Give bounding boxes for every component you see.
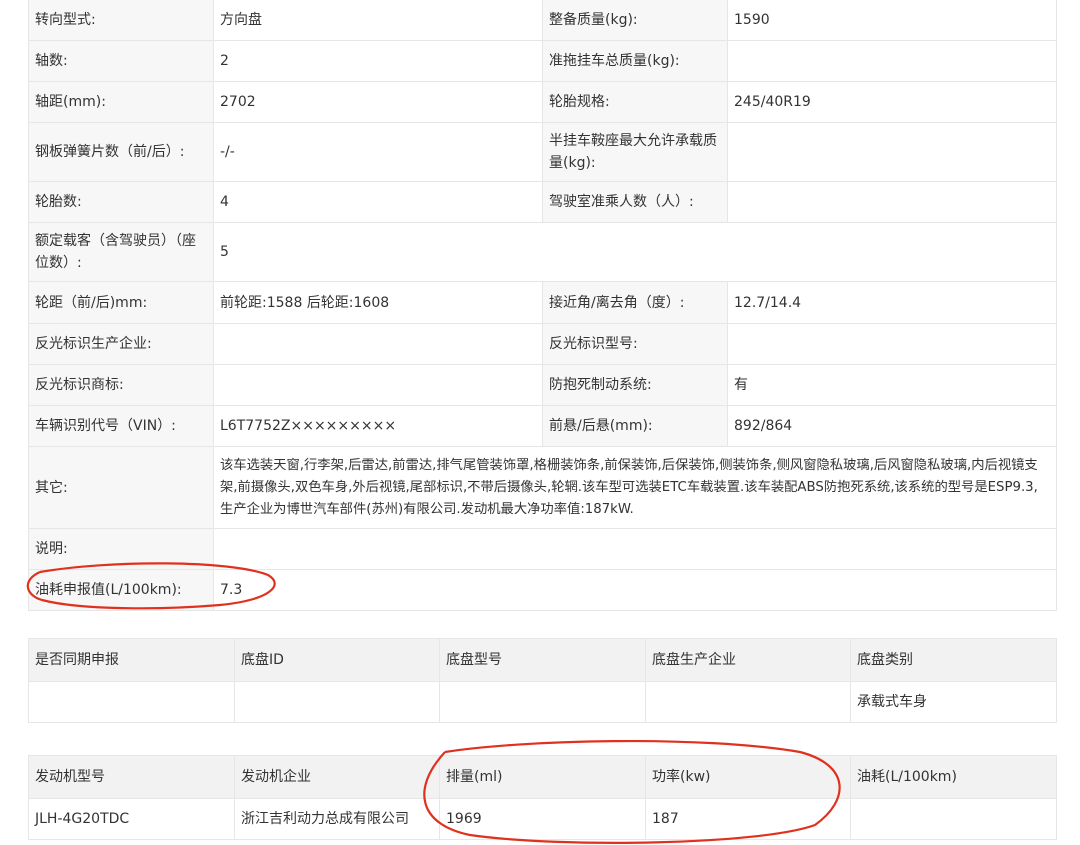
column-header: 是否同期申报 <box>28 638 235 682</box>
spec-label: 其它: <box>28 446 214 529</box>
spec-value: 2 <box>213 40 543 82</box>
spec-label: 准拖挂车总质量(kg): <box>542 40 728 82</box>
table-cell: 承载式车身 <box>850 681 1057 723</box>
spec-row: 轮胎数: 4 驾驶室准乘人数（人）: <box>28 181 1057 223</box>
spec-label: 轮距（前/后)mm: <box>28 281 214 324</box>
column-header: 发动机型号 <box>28 755 235 799</box>
table-cell: JLH-4G20TDC <box>28 798 235 840</box>
spec-value <box>213 364 543 406</box>
column-header: 功率(kw) <box>645 755 851 799</box>
spec-label: 接近角/离去角（度）: <box>542 281 728 324</box>
spec-value: 1590 <box>727 0 1057 41</box>
spec-row: 轮距（前/后)mm: 前轮距:1588 后轮距:1608 接近角/离去角（度）:… <box>28 281 1057 324</box>
spec-row: 轴距(mm): 2702 轮胎规格: 245/40R19 <box>28 81 1057 123</box>
spec-value: -/- <box>213 122 543 182</box>
spec-row: 油耗申报值(L/100km): 7.3 <box>28 569 1057 611</box>
table-cell: 1969 <box>439 798 646 840</box>
spec-row: 说明: <box>28 528 1057 570</box>
spec-value <box>727 122 1057 182</box>
column-header: 排量(ml) <box>439 755 646 799</box>
spec-value: 有 <box>727 364 1057 406</box>
spec-label: 轮胎规格: <box>542 81 728 123</box>
spec-value: 4 <box>213 181 543 223</box>
spec-row: 车辆识别代号（VIN）: L6T7752Z××××××××× 前悬/后悬(mm)… <box>28 405 1057 447</box>
table-header-row: 是否同期申报 底盘ID 底盘型号 底盘生产企业 底盘类别 <box>28 638 1057 682</box>
table-cell <box>645 681 851 723</box>
spec-value <box>727 323 1057 365</box>
table-cell <box>439 681 646 723</box>
column-header: 油耗(L/100km) <box>850 755 1057 799</box>
spec-row: 钢板弹簧片数（前/后）: -/- 半挂车鞍座最大允许承载质量(kg): <box>28 122 1057 182</box>
spec-label: 驾驶室准乘人数（人）: <box>542 181 728 223</box>
spec-value: 245/40R19 <box>727 81 1057 123</box>
spec-value <box>213 528 1057 570</box>
spec-value: 7.3 <box>213 569 1057 611</box>
column-header: 发动机企业 <box>234 755 440 799</box>
spec-value: 892/864 <box>727 405 1057 447</box>
column-header: 底盘类别 <box>850 638 1057 682</box>
spec-label: 轴数: <box>28 40 214 82</box>
spec-label: 反光标识型号: <box>542 323 728 365</box>
vehicle-spec-table: 转向型式: 方向盘 整备质量(kg): 1590 轴数: 2 准拖挂车总质量(k… <box>28 0 1057 611</box>
column-header: 底盘生产企业 <box>645 638 851 682</box>
engine-table: 发动机型号 发动机企业 排量(ml) 功率(kw) 油耗(L/100km) JL… <box>28 755 1057 840</box>
spec-label: 额定载客（含驾驶员）（座位数）: <box>28 222 214 282</box>
spec-value: 5 <box>213 222 1057 282</box>
spec-value: 该车选装天窗,行李架,后雷达,前雷达,排气尾管装饰罩,格栅装饰条,前保装饰,后保… <box>213 446 1057 529</box>
table-cell: 187 <box>645 798 851 840</box>
spec-row: 其它: 该车选装天窗,行李架,后雷达,前雷达,排气尾管装饰罩,格栅装饰条,前保装… <box>28 446 1057 529</box>
spec-label: 钢板弹簧片数（前/后）: <box>28 122 214 182</box>
spec-value <box>213 323 543 365</box>
spec-label: 前悬/后悬(mm): <box>542 405 728 447</box>
spec-value: 前轮距:1588 后轮距:1608 <box>213 281 543 324</box>
table-cell <box>28 681 235 723</box>
spec-label: 整备质量(kg): <box>542 0 728 41</box>
spec-value <box>727 40 1057 82</box>
spec-row: 轴数: 2 准拖挂车总质量(kg): <box>28 40 1057 82</box>
spec-label: 转向型式: <box>28 0 214 41</box>
spec-label: 轮胎数: <box>28 181 214 223</box>
table-cell: 浙江吉利动力总成有限公司 <box>234 798 440 840</box>
spec-label: 半挂车鞍座最大允许承载质量(kg): <box>542 122 728 182</box>
table-row: JLH-4G20TDC 浙江吉利动力总成有限公司 1969 187 <box>28 798 1057 840</box>
spec-row: 额定载客（含驾驶员）（座位数）: 5 <box>28 222 1057 282</box>
spec-value: L6T7752Z××××××××× <box>213 405 543 447</box>
column-header: 底盘型号 <box>439 638 646 682</box>
spec-row: 转向型式: 方向盘 整备质量(kg): 1590 <box>28 0 1057 41</box>
table-row: 承载式车身 <box>28 681 1057 723</box>
spec-label: 说明: <box>28 528 214 570</box>
spec-row: 反光标识生产企业: 反光标识型号: <box>28 323 1057 365</box>
spec-value: 方向盘 <box>213 0 543 41</box>
spec-label: 轴距(mm): <box>28 81 214 123</box>
table-cell <box>850 798 1057 840</box>
spec-value: 2702 <box>213 81 543 123</box>
table-cell <box>234 681 440 723</box>
spec-value <box>727 181 1057 223</box>
spec-value: 12.7/14.4 <box>727 281 1057 324</box>
spec-label: 反光标识生产企业: <box>28 323 214 365</box>
spec-label: 防抱死制动系统: <box>542 364 728 406</box>
spec-label: 车辆识别代号（VIN）: <box>28 405 214 447</box>
spec-label: 油耗申报值(L/100km): <box>28 569 214 611</box>
spec-label: 反光标识商标: <box>28 364 214 406</box>
spec-row: 反光标识商标: 防抱死制动系统: 有 <box>28 364 1057 406</box>
column-header: 底盘ID <box>234 638 440 682</box>
chassis-table: 是否同期申报 底盘ID 底盘型号 底盘生产企业 底盘类别 承载式车身 <box>28 638 1057 723</box>
table-header-row: 发动机型号 发动机企业 排量(ml) 功率(kw) 油耗(L/100km) <box>28 755 1057 799</box>
